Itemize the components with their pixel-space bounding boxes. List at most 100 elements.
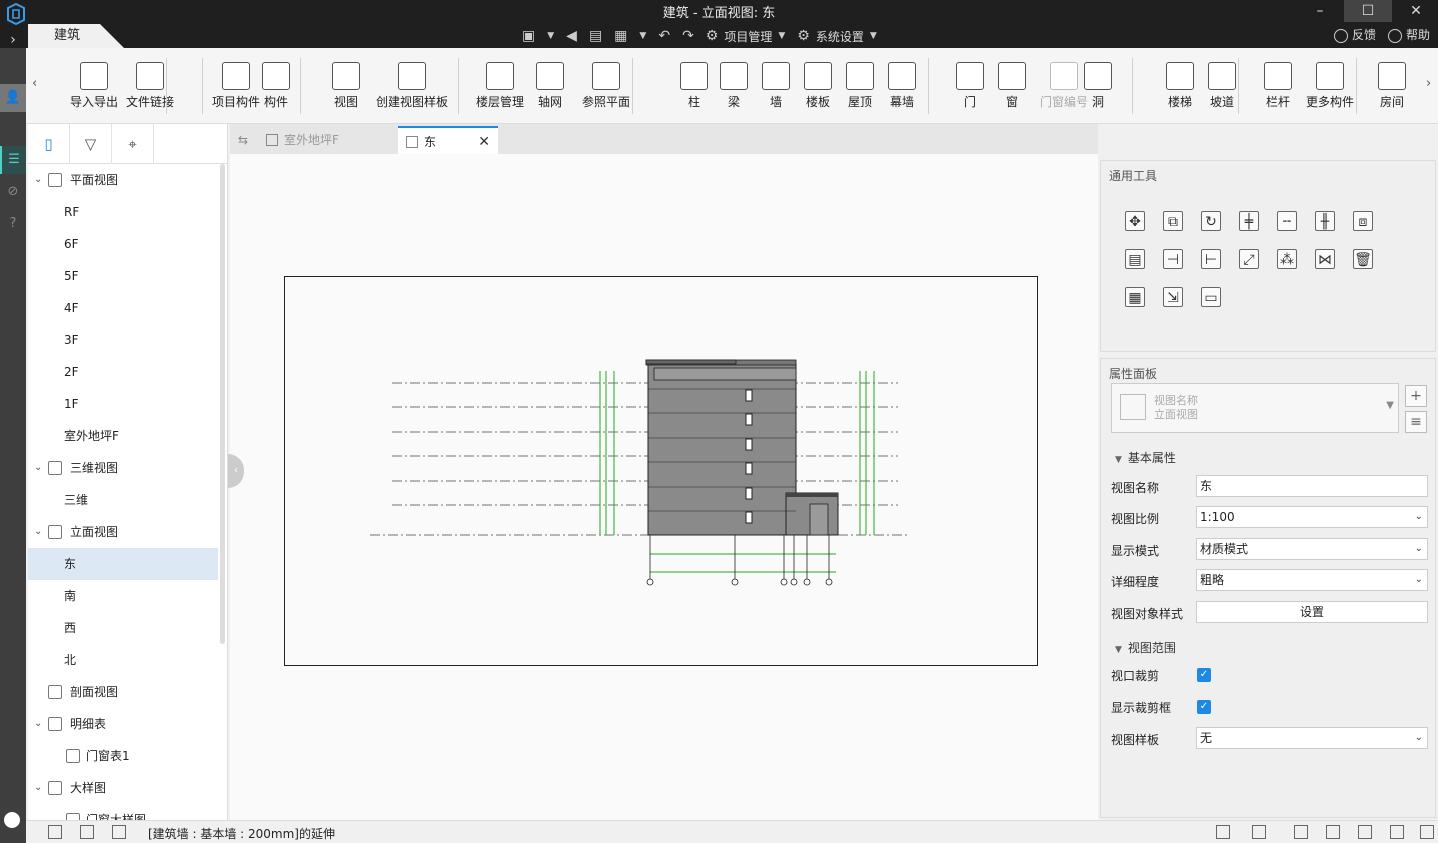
ribbon-view-button[interactable]: 视图 xyxy=(332,62,360,110)
tree-group[interactable]: ⌄ 大样图 xyxy=(28,772,218,804)
view-template-select[interactable]: 无 ⌄ xyxy=(1196,727,1428,749)
help-link[interactable]: 帮助 xyxy=(1387,26,1430,43)
tree-item[interactable]: 3F xyxy=(28,324,218,356)
close-tab-icon[interactable]: ✕ xyxy=(478,128,490,156)
list-view-icon[interactable]: ☰ xyxy=(0,146,26,174)
tree-group[interactable]: ⌄ 三维视图 xyxy=(28,452,218,484)
system-settings-gear-icon[interactable]: ⚙ xyxy=(797,28,810,44)
system-settings-menu[interactable]: 系统设置 xyxy=(816,28,864,45)
ribbon-cad-import-button[interactable]: 导入导出 xyxy=(70,62,118,110)
ribbon-view-template-button[interactable]: 创建视图样板 xyxy=(376,62,448,110)
ribbon-window-button[interactable]: 窗 xyxy=(998,62,1026,110)
split-tool-icon[interactable]: ╌ xyxy=(1277,211,1297,231)
section-basic-properties[interactable]: ▼ 基本属性 xyxy=(1115,449,1176,466)
ribbon-column-button[interactable]: 柱 xyxy=(680,62,708,110)
select-mode-2-icon[interactable] xyxy=(80,825,94,839)
minimize-button[interactable]: – xyxy=(1296,0,1344,22)
measure-tool-icon[interactable]: ▭ xyxy=(1201,287,1221,307)
project-mgmt-menu[interactable]: 项目管理 xyxy=(724,28,772,45)
ribbon-scroll-right-icon[interactable]: › xyxy=(1426,76,1431,91)
snap-link-icon[interactable] xyxy=(1294,825,1308,839)
tab-outdoor-floor[interactable]: 室外地坪F xyxy=(258,126,398,154)
filter-icon[interactable]: ▽ xyxy=(70,124,112,164)
mirror-tool-icon[interactable]: ⋈ xyxy=(1315,249,1335,269)
tree-item[interactable]: 室外地坪F xyxy=(28,420,218,452)
axis-snap-icon[interactable] xyxy=(1326,825,1340,839)
align-tool-icon[interactable]: ╪ xyxy=(1239,211,1259,231)
user-avatar-icon[interactable]: 👤 xyxy=(0,84,26,112)
copy-tool-icon[interactable]: ⧉ xyxy=(1163,211,1183,231)
save-dropdown-chevron-icon[interactable]: ▼ xyxy=(547,31,554,41)
group-tool-icon[interactable]: ⁂ xyxy=(1277,249,1297,269)
save-icon[interactable]: ▣ xyxy=(522,28,535,44)
view-name-field[interactable]: 东 xyxy=(1196,475,1428,497)
clipboard-icon[interactable]: ▦ xyxy=(614,28,627,44)
add-type-button[interactable]: + xyxy=(1405,385,1427,407)
tree-item[interactable]: 东 xyxy=(28,548,218,580)
ribbon-door-button[interactable]: 门 xyxy=(956,62,984,110)
drawing-viewport[interactable]: ‹ xyxy=(228,154,1098,820)
ribbon-component-button[interactable]: 构件 xyxy=(262,62,290,110)
ribbon-scroll-left-icon[interactable]: ‹ xyxy=(32,76,37,91)
tree-expand-chevron-icon[interactable]: ⌄ xyxy=(34,708,42,740)
send-icon[interactable]: ◀ xyxy=(566,28,577,44)
export-icon[interactable]: ▤ xyxy=(589,28,602,44)
ribbon-floor-manage-button[interactable]: 楼层管理 xyxy=(476,62,524,110)
ribbon-railing-button[interactable]: 栏杆 xyxy=(1264,62,1292,110)
project-mgmt-icon[interactable]: ⚙ xyxy=(706,28,719,44)
tree-item[interactable]: 西 xyxy=(28,612,218,644)
tab-architecture[interactable]: 建筑 xyxy=(28,24,124,48)
tree-item[interactable]: 门窗表1 xyxy=(28,740,218,772)
trim-tool-icon[interactable]: ╫ xyxy=(1315,211,1335,231)
tree-item[interactable]: 4F xyxy=(28,292,218,324)
ribbon-ramp-button[interactable]: 坡道 xyxy=(1208,62,1236,110)
show-crop-checkbox[interactable]: ✓ xyxy=(1197,700,1211,714)
ribbon-room-button[interactable]: 房间 xyxy=(1378,62,1406,110)
object-icon[interactable] xyxy=(1390,825,1404,839)
ortho-icon[interactable] xyxy=(1252,825,1266,839)
type-properties-button[interactable]: ≡ xyxy=(1405,411,1427,433)
layer-list-icon[interactable] xyxy=(1216,825,1230,839)
extend-right-tool-icon[interactable]: ⊢ xyxy=(1201,249,1221,269)
tree-expand-chevron-icon[interactable]: ⌄ xyxy=(34,452,42,484)
expand-sidebar-chevron-icon[interactable]: › xyxy=(2,30,24,50)
maximize-button[interactable]: ☐ xyxy=(1344,0,1392,22)
tree-expand-chevron-icon[interactable]: ⌄ xyxy=(34,772,42,804)
tree-group[interactable]: 剖面视图 xyxy=(28,676,218,708)
ribbon-project-component-button[interactable]: 项目构件 xyxy=(212,62,260,110)
offset-tool-icon[interactable]: ⧈ xyxy=(1353,211,1373,231)
tree-item[interactable]: 门窗大样图 xyxy=(28,804,218,820)
paint-tool-icon[interactable]: ⇲ xyxy=(1163,287,1183,307)
scale-tool-icon[interactable]: ⤢ xyxy=(1239,249,1259,269)
extend-tool-icon[interactable]: ⊣ xyxy=(1163,249,1183,269)
tree-group[interactable]: ⌄ 平面视图 xyxy=(28,164,218,196)
tree-expand-chevron-icon[interactable]: ⌄ xyxy=(34,164,42,196)
ribbon-slab-button[interactable]: 楼板 xyxy=(804,62,832,110)
tree-item[interactable]: 2F xyxy=(28,356,218,388)
tab-east-elevation[interactable]: 东 ✕ xyxy=(398,126,498,154)
tree-item[interactable]: 5F xyxy=(28,260,218,292)
object-style-button[interactable]: 设置 xyxy=(1196,601,1428,623)
rotate-tool-icon[interactable]: ↻ xyxy=(1201,211,1221,231)
ribbon-opening-button[interactable]: 洞 xyxy=(1084,62,1112,110)
undo-icon[interactable]: ↶ xyxy=(658,28,670,44)
view-window-icon[interactable] xyxy=(1358,825,1372,839)
tree-scrollbar[interactable] xyxy=(220,164,225,644)
tree-item[interactable]: 1F xyxy=(28,388,218,420)
ribbon-beam-button[interactable]: 梁 xyxy=(720,62,748,110)
display-mode-select[interactable]: 材质模式 ⌄ xyxy=(1196,538,1428,560)
tree-group[interactable]: ⌄ 明细表 xyxy=(28,708,218,740)
ribbon-more-components-button[interactable]: 更多构件 xyxy=(1306,62,1354,110)
location-pin-icon[interactable]: ⌖ xyxy=(112,124,154,164)
ribbon-curtain-wall-button[interactable]: 幕墙 xyxy=(888,62,916,110)
redo-icon[interactable]: ↷ xyxy=(682,28,694,44)
ribbon-grid-button[interactable]: 轴网 xyxy=(536,62,564,110)
ribbon-door-window-tag-button[interactable]: 门窗编号 xyxy=(1040,62,1088,110)
tree-group[interactable]: ⌄ 立面视图 xyxy=(28,516,218,548)
type-selector[interactable]: 视图名称 立面视图 ▼ xyxy=(1111,383,1399,433)
panel-layout-icon[interactable]: ▯ xyxy=(28,124,70,164)
select-mode-1-icon[interactable] xyxy=(48,825,62,839)
ribbon-wall-button[interactable]: 墙 xyxy=(762,62,790,110)
tree-item[interactable]: RF xyxy=(28,196,218,228)
ribbon-stair-button[interactable]: 楼梯 xyxy=(1166,62,1194,110)
